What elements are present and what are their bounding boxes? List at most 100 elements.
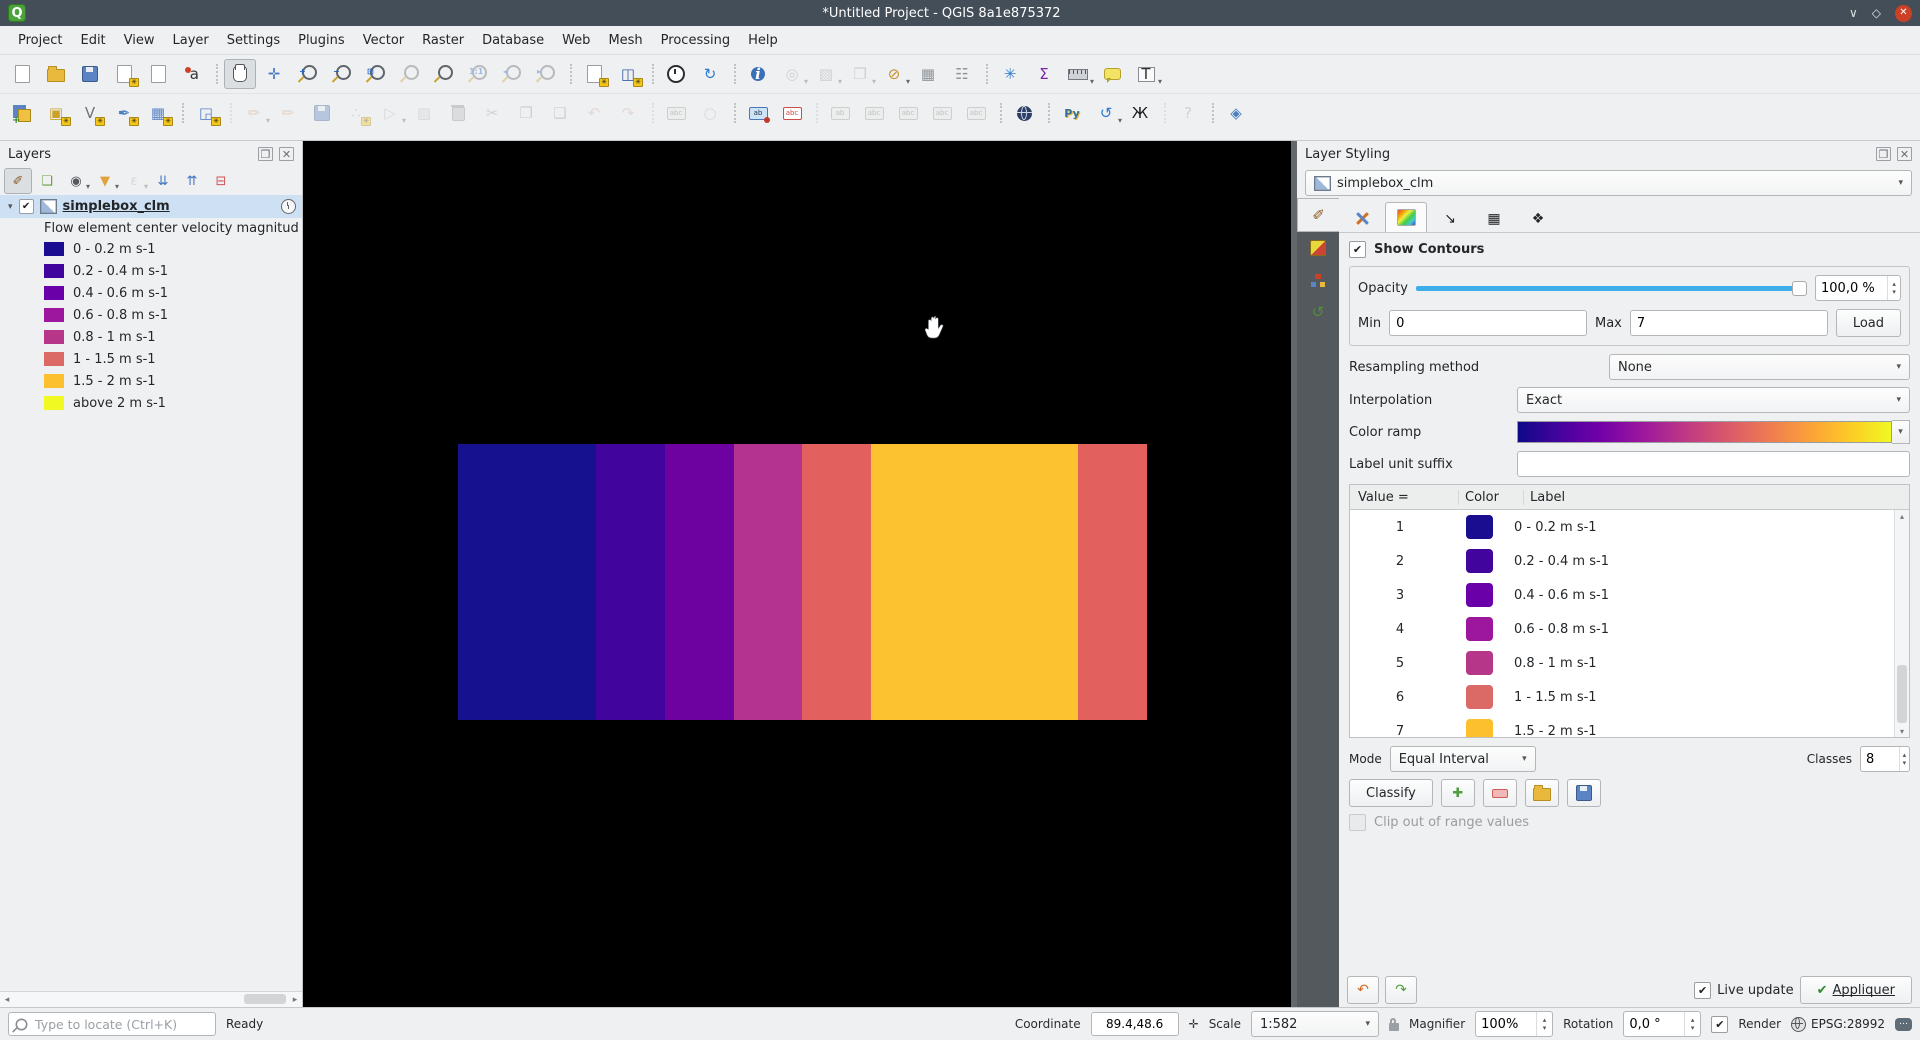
opacity-spinbox[interactable]: ▴▾ [1815,275,1901,301]
tab-settings[interactable] [1341,204,1383,232]
menu-item[interactable]: Mesh [600,30,650,51]
cut-features-button[interactable]: ✂ [476,98,508,128]
label-unit-suffix-input[interactable] [1518,457,1909,472]
mesh-digitizing-button[interactable]: ◈ [1220,98,1252,128]
interpolation-combo[interactable]: Exact ▾ [1517,387,1910,413]
legend-item[interactable]: 0.2 - 0.4 m s-1 [0,260,302,282]
metasearch-button[interactable] [1008,98,1040,128]
table-row[interactable]: 2 0.2 - 0.4 m s-1 [1350,544,1909,578]
new-project-button[interactable] [6,59,38,89]
multiedit-attributes-button[interactable]: ▨ [408,98,440,128]
rotation-input[interactable] [1624,1017,1684,1032]
expander-icon[interactable]: ▾ [8,202,13,212]
identify-features-button[interactable] [742,59,774,89]
table-row[interactable]: 4 0.6 - 0.8 m s-1 [1350,612,1909,646]
menu-item[interactable]: Plugins [290,30,353,51]
legend-item[interactable]: above 2 m s-1 [0,392,302,414]
highlight-pinned-labels-button[interactable]: abc [858,98,890,128]
table-row[interactable]: 1 0 - 0.2 m s-1 [1350,510,1909,544]
vertex-tool-button[interactable]: ▷ [374,98,406,128]
label-unit-suffix-field[interactable] [1517,451,1910,477]
open-attribute-table-button[interactable]: ▦ [912,59,944,89]
zoom-full-extent-button[interactable]: ⊡ [360,59,392,89]
tab-mesh-frame[interactable]: ▦ [1473,204,1515,232]
save-layer-edits-button[interactable] [306,98,338,128]
locator-input[interactable] [33,1016,210,1033]
zoom-native-resolution-button[interactable]: 1:1 [462,59,494,89]
redo-style-button[interactable]: ↷ [1385,976,1417,1004]
save-project-button[interactable] [74,59,106,89]
table-row[interactable]: 3 0.4 - 0.6 m s-1 [1350,578,1909,612]
layer-selector-combo[interactable]: simplebox_clm ▾ [1305,170,1912,196]
tab-contours[interactable] [1385,202,1427,232]
new-map-view-button[interactable]: ✳ [578,59,610,89]
tab-style-history[interactable]: ↺ [1297,296,1339,328]
classes-input[interactable] [1861,752,1899,767]
layers-horizontal-scrollbar[interactable]: ◂ ▸ [0,991,302,1007]
tab-diagrams[interactable] [1297,264,1339,296]
add-group-button[interactable]: ❏ [33,168,61,194]
expand-all-button[interactable]: ⇊ [149,168,177,194]
float-panel-icon[interactable]: ❐ [258,147,273,161]
render-checkbox[interactable] [1711,1016,1728,1033]
apply-button[interactable]: ✔ Appliquer [1800,976,1912,1004]
class-value[interactable]: 7 [1350,724,1450,738]
remove-layer-button[interactable]: ⊟ [207,168,235,194]
select-features-button[interactable]: ▧ [810,59,842,89]
table-row[interactable]: 6 1 - 1.5 m s-1 [1350,680,1909,714]
delete-selected-button[interactable] [442,98,474,128]
toggle-editing-button[interactable]: ✏ [238,98,270,128]
class-color-swatch[interactable] [1466,515,1493,539]
max-input[interactable] [1631,316,1827,331]
scroll-right-icon[interactable]: ▸ [288,995,302,1005]
class-label[interactable]: 1 - 1.5 m s-1 [1508,690,1909,705]
class-color-swatch[interactable] [1466,617,1493,641]
class-color-swatch[interactable] [1466,685,1493,709]
plugin-action-button[interactable]: ↺ [1090,98,1122,128]
pan-to-selection-button[interactable]: ✛ [258,59,290,89]
move-label-button[interactable]: abc [892,98,924,128]
label-column-header[interactable]: Label [1524,490,1909,505]
lock-scale-icon[interactable] [1389,1023,1399,1031]
zoom-to-layer-button[interactable] [428,59,460,89]
messages-icon[interactable] [1895,1018,1912,1031]
legend-item[interactable]: 1 - 1.5 m s-1 [0,348,302,370]
min-input[interactable] [1390,316,1586,331]
table-row[interactable]: 5 0.8 - 1 m s-1 [1350,646,1909,680]
remove-class-button[interactable] [1483,779,1517,807]
processing-toolbox-button[interactable]: ✳ [994,59,1026,89]
filter-by-expression-button[interactable]: ε [120,168,148,194]
style-manager-button[interactable] [176,59,208,89]
close-panel-icon[interactable]: ✕ [1897,147,1912,161]
menu-item[interactable]: Web [554,30,598,51]
paste-features-button[interactable]: ❑ [544,98,576,128]
refresh-map-button[interactable]: ↻ [694,59,726,89]
python-console-button[interactable] [1056,98,1088,128]
menu-item[interactable]: Raster [414,30,472,51]
class-color-swatch[interactable] [1466,549,1493,573]
table-vertical-scrollbar[interactable]: ▴ ▾ [1894,510,1909,737]
undo-style-button[interactable]: ↶ [1347,976,1379,1004]
class-color-swatch[interactable] [1466,719,1493,737]
class-label[interactable]: 1.5 - 2 m s-1 [1508,724,1909,738]
text-annotation-button[interactable] [1130,59,1162,89]
new-spatialite-layer-button[interactable]: ✒ ✳ [108,98,140,128]
show-contours-checkbox[interactable] [1349,241,1366,258]
menu-item[interactable]: View [116,30,163,51]
layer-labeling-options-button[interactable]: ab [742,98,774,128]
class-color-swatch[interactable] [1466,651,1493,675]
legend-item[interactable]: 0 - 0.2 m s-1 [0,238,302,260]
class-value[interactable]: 5 [1350,656,1450,671]
legend-item[interactable]: 0.4 - 0.6 m s-1 [0,282,302,304]
tab-vectors[interactable]: ↘ [1429,204,1471,232]
class-value[interactable]: 6 [1350,690,1450,705]
class-value[interactable]: 2 [1350,554,1450,569]
select-by-value-button[interactable]: ⊘ [878,59,910,89]
manage-map-themes-button[interactable]: ◉ [62,168,90,194]
move-label-item-button[interactable]: ○ [694,98,726,128]
scrollbar-thumb[interactable] [244,994,286,1004]
statistical-summary-button[interactable]: Σ [1028,59,1060,89]
change-label-properties-button[interactable]: abc [960,98,992,128]
new-shapefile-layer-button[interactable]: V ✳ [74,98,106,128]
new-3d-map-view-button[interactable]: ◫ ✳ [612,59,644,89]
